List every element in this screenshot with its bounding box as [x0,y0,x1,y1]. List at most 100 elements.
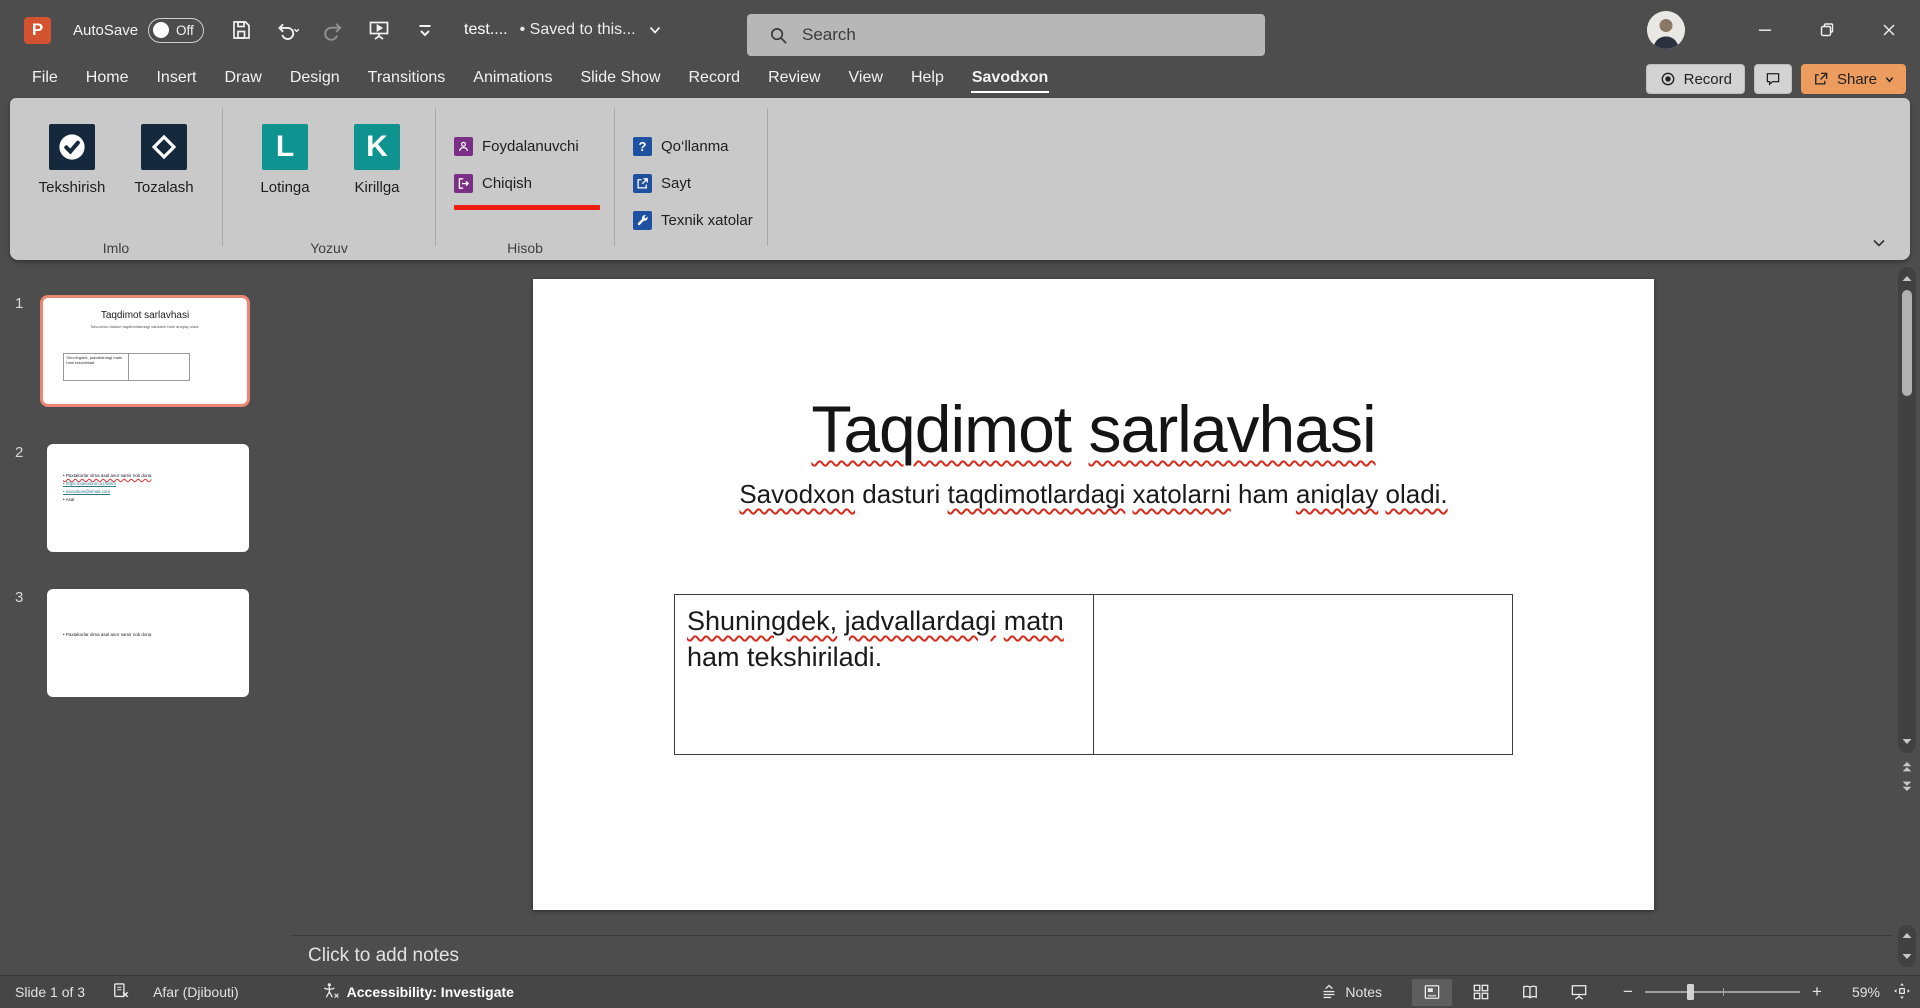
tab-insert[interactable]: Insert [142,63,210,95]
tab-record[interactable]: Record [675,63,755,95]
zoom-slider-thumb[interactable] [1687,984,1694,1000]
slide-subtitle[interactable]: Savodxon dasturi taqdimotlardagi xatolar… [533,479,1654,510]
wrench-icon [633,211,652,230]
search-input[interactable] [802,25,1202,45]
search-box[interactable] [747,14,1265,56]
notes-pane[interactable]: Click to add notes [290,935,1893,975]
reading-view-button[interactable] [1510,979,1550,1006]
minimize-button[interactable] [1734,0,1796,60]
table-cell-right[interactable] [1094,595,1513,754]
slideshow-view-button[interactable] [1559,979,1599,1006]
zoom-percent[interactable]: 59% [1836,984,1880,1000]
tab-slide-show[interactable]: Slide Show [566,63,674,95]
zoom-in-button[interactable]: + [1806,982,1828,1002]
ribbon-button-sayt[interactable]: Sayt [633,165,753,202]
tab-design[interactable]: Design [276,63,354,95]
save-icon[interactable] [228,17,254,43]
ribbon-button-texnik-xatolar[interactable]: Texnik xatolar [633,202,753,239]
notes-icon [1319,982,1339,1002]
notes-scroll-up-icon[interactable] [1901,930,1913,942]
scrollbar-thumb[interactable] [1902,290,1912,396]
check-badge-icon [49,124,95,170]
notes-scrollbar[interactable] [1898,925,1916,967]
window-controls [1734,0,1920,60]
zoom-out-button[interactable]: − [1617,982,1639,1002]
ribbon-button-label: Kirillga [354,179,399,196]
slide-table[interactable]: Shuningdek, jadvallardagi matn ham teksh… [674,594,1513,755]
slide-thumbnail-3[interactable]: 3• Paxtakorlar olma asal anor samir nok … [0,589,290,697]
start-slideshow-icon[interactable] [366,17,392,43]
powerpoint-logo-icon[interactable]: P [24,17,51,44]
notes-toggle-label: Notes [1345,984,1382,1000]
close-button[interactable] [1858,0,1920,60]
notes-scroll-down-icon[interactable] [1901,950,1913,962]
notes-placeholder[interactable]: Click to add notes [308,945,459,967]
tab-animations[interactable]: Animations [459,63,566,95]
undo-icon[interactable] [274,17,300,43]
slide-indicator[interactable]: Slide 1 of 3 [15,984,85,1000]
scroll-down-icon[interactable] [1901,735,1913,747]
spell-check-icon[interactable] [111,981,131,1004]
tab-savodxon[interactable]: Savodxon [958,63,1062,95]
ribbon-button-qo-llanma[interactable]: ?Qo‘llanma [633,128,753,165]
collapse-ribbon-icon[interactable] [1870,234,1888,252]
ribbon-button-tozalash[interactable]: Tozalash [122,124,206,196]
help-icon: ? [633,137,652,156]
ribbon-button-foydalanuvchi[interactable]: Foydalanuvchi [454,128,600,165]
ribbon-tab-row: FileHomeInsertDrawDesignTransitionsAnima… [0,60,1920,98]
restore-button[interactable] [1796,0,1858,60]
next-slide-icon[interactable] [1901,779,1913,791]
saved-status[interactable]: • Saved to this... [520,21,636,39]
language-indicator[interactable]: Afar (Djibouti) [153,984,239,1000]
table-cell-left[interactable]: Shuningdek, jadvallardagi matn ham teksh… [675,595,1094,754]
tab-home[interactable]: Home [72,63,143,95]
ribbon-button-chiqish[interactable]: Chiqish [454,165,600,202]
tab-view[interactable]: View [835,63,897,95]
fit-slide-to-window-icon[interactable] [1892,981,1912,1004]
search-icon [769,26,788,45]
record-icon [1659,70,1677,88]
zoom-slider[interactable] [1645,983,1800,1001]
powerpoint-window: P AutoSave Off test.... • Saved [0,0,1920,1008]
autosave-toggle[interactable]: Off [148,18,204,43]
accessibility-status[interactable]: Accessibility: Investigate [347,984,514,1000]
slide-title[interactable]: Taqdimot sarlavhasi [533,391,1654,467]
ribbon-button-label: Lotinga [260,179,309,196]
mini-slide-table: Shuningdek, jadvallardagi matn ham teksh… [63,353,189,381]
ribbon: TekshirishTozalashImloLLotingaKKirillgaY… [0,98,1920,262]
scroll-up-icon[interactable] [1901,273,1913,285]
share-button[interactable]: Share [1801,64,1906,94]
slide-canvas[interactable]: Taqdimot sarlavhasi Savodxon dasturi taq… [533,279,1654,910]
thumbnail-preview[interactable]: • Paxtakorlar olma asal anor samir nok d… [47,444,249,552]
comments-button[interactable] [1754,64,1792,94]
tab-transitions[interactable]: Transitions [354,63,460,95]
user-avatar[interactable] [1647,11,1685,49]
slide-number: 2 [0,444,40,552]
previous-slide-icon[interactable] [1901,762,1913,774]
ribbon-button-lotinga[interactable]: LLotinga [243,124,327,196]
status-bar: Slide 1 of 3 Afar (Djibouti) Accessibili… [0,975,1920,1008]
accessibility-icon [321,981,341,1004]
thumbnail-preview[interactable]: • Paxtakorlar olma asal anor samir nok d… [47,589,249,697]
normal-view-button[interactable] [1412,979,1452,1006]
ribbon-button-kirillga[interactable]: KKirillga [335,124,419,196]
mini-bullet-list: • Paxtakorlar olma asal anor samir nok d… [47,589,249,639]
record-button[interactable]: Record [1646,64,1745,94]
chevron-down-icon[interactable] [648,23,662,37]
tab-help[interactable]: Help [897,63,958,95]
notes-toggle[interactable]: Notes [1319,982,1382,1002]
slide-thumbnail-2[interactable]: 2• Paxtakorlar olma asal anor samir nok … [0,444,290,552]
ribbon-button-tekshirish[interactable]: Tekshirish [30,124,114,196]
thumbnail-preview[interactable]: Taqdimot sarlavhasiSavodxon dasturi taqd… [40,295,250,407]
slide-sorter-view-button[interactable] [1461,979,1501,1006]
vertical-scrollbar[interactable] [1898,267,1916,753]
customize-toolbar-icon[interactable] [412,17,438,43]
file-name[interactable]: test.... [464,21,508,39]
tab-draw[interactable]: Draw [210,63,275,95]
slide-thumbnail-1[interactable]: 1Taqdimot sarlavhasiSavodxon dasturi taq… [0,295,290,407]
ribbon-tabs: FileHomeInsertDrawDesignTransitionsAnima… [18,63,1062,95]
autosave-label: AutoSave [73,22,138,39]
tab-file[interactable]: File [18,63,72,95]
mini-bullet: • Paxtakorlar olma asal anor samir nok d… [63,631,249,639]
tab-review[interactable]: Review [754,63,834,95]
